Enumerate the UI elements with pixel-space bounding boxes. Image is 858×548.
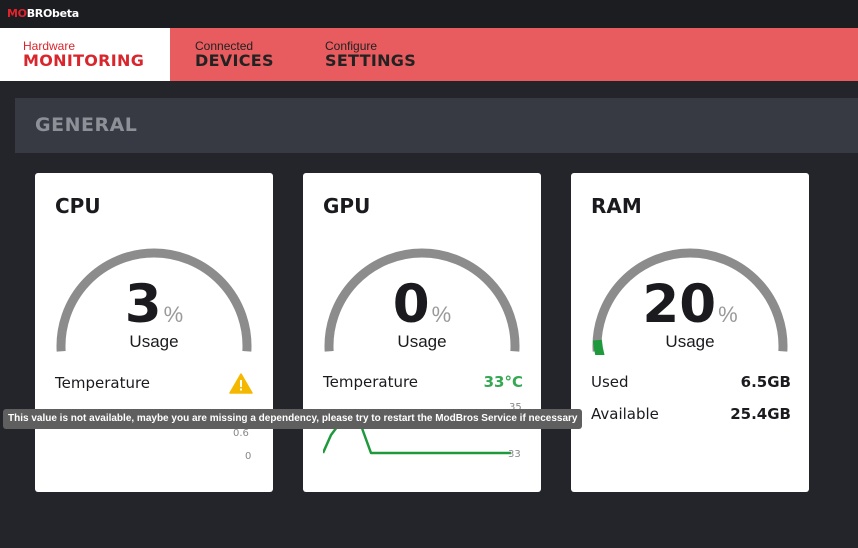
cpu-temperature-label: Temperature — [55, 374, 151, 392]
gpu-usage-readout: 0% — [303, 275, 541, 335]
nav-tab-settings[interactable]: Configure SETTINGS — [300, 28, 440, 81]
warning-icon[interactable] — [229, 373, 253, 394]
ram-usage-value: 20 — [642, 274, 717, 335]
cpu-chart-tick: 0.6 — [233, 428, 249, 439]
cpu-usage-value: 3 — [124, 274, 162, 335]
gpu-temperature-label: Temperature — [323, 373, 419, 391]
main-nav: Hardware MONITORING Connected DEVICES Co… — [0, 28, 858, 81]
gpu-chart-tick: 33 — [508, 449, 521, 460]
gpu-card-title: GPU — [323, 194, 371, 218]
gpu-usage-label: Usage — [397, 332, 447, 351]
title-bar: MOBRObeta — [0, 0, 858, 28]
ram-card: RAM 20% Usage Used 6.5GB Available 25.4G… — [571, 173, 809, 492]
ram-card-title: RAM — [591, 194, 642, 218]
cpu-card: CPU 3% Usage Temperature 0.6 0 — [35, 173, 273, 492]
nav-tab-settings-label: SETTINGS — [325, 51, 417, 70]
gpu-usage-value: 0 — [392, 274, 430, 335]
section-header: GENERAL — [15, 98, 858, 153]
cpu-chart-tick: 0 — [245, 451, 252, 462]
gpu-card: GPU 0% Usage Temperature 33°C 35 33 — [303, 173, 541, 492]
nav-tab-monitoring[interactable]: Hardware MONITORING — [0, 28, 170, 81]
logo-mo-text: MO — [7, 7, 27, 20]
section-title: GENERAL — [35, 114, 138, 136]
ram-usage-label: Usage — [665, 332, 715, 351]
cpu-usage-readout: 3% — [35, 275, 273, 335]
cpu-card-title: CPU — [55, 194, 101, 218]
cpu-usage-unit: % — [163, 302, 184, 327]
nav-tab-monitoring-label: MONITORING — [23, 51, 145, 70]
ram-used-label: Used — [591, 373, 629, 391]
ram-available-label: Available — [591, 405, 659, 423]
gpu-temperature-value: 33°C — [483, 373, 523, 391]
ram-available-value: 25.4GB — [730, 405, 791, 423]
logo-bro-text: BRO — [26, 7, 53, 20]
nav-tab-devices[interactable]: Connected DEVICES — [170, 28, 300, 81]
ram-usage-unit: % — [718, 302, 738, 327]
nav-tab-devices-label: DEVICES — [195, 51, 274, 70]
gpu-usage-unit: % — [431, 302, 452, 327]
ram-usage-readout: 20% — [571, 275, 809, 335]
ram-used-value: 6.5GB — [740, 373, 791, 391]
cpu-usage-label: Usage — [129, 332, 179, 351]
app-logo: MOBRObeta — [7, 7, 79, 21]
logo-beta-text: beta — [52, 7, 79, 20]
dependency-tooltip: This value is not available, maybe you a… — [3, 409, 583, 429]
